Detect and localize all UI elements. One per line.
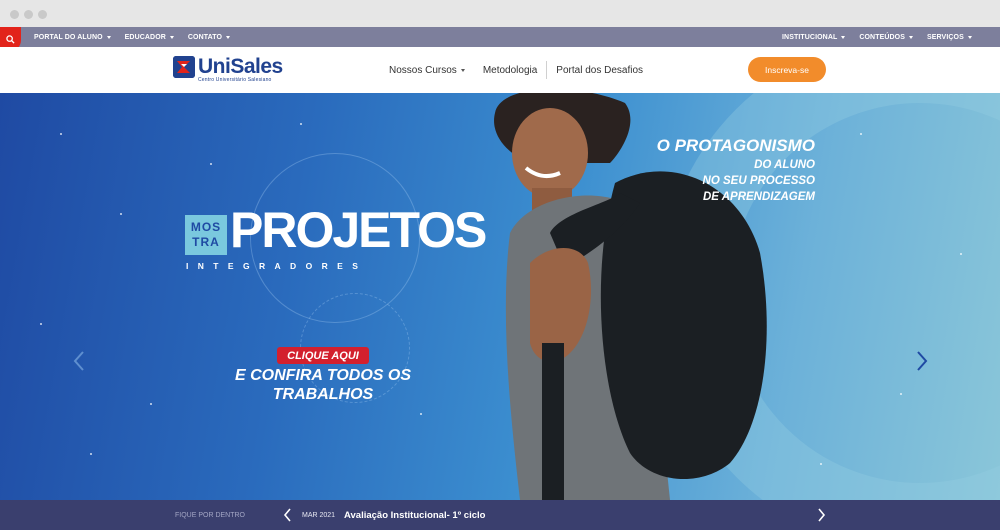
logo-subtitle: Centro Universitário Salesiano — [198, 77, 272, 83]
star-dot — [900, 393, 902, 395]
portal-do-aluno-link[interactable]: PORTAL DO ALUNO — [34, 34, 111, 41]
news-date: MAR 2021 — [302, 511, 336, 519]
chevron-down-icon — [169, 35, 174, 39]
star-dot — [60, 133, 62, 135]
nav-metodologia[interactable]: Metodologia — [474, 65, 546, 76]
star-dot — [210, 163, 212, 165]
hero-banner[interactable] — [0, 93, 1000, 500]
fique-por-dentro-label: FIQUE POR DENTRO — [175, 511, 246, 519]
slider-prev-arrow[interactable] — [73, 351, 85, 371]
institucional-link[interactable]: INSTITUCIONAL — [782, 34, 846, 41]
protagonismo-title: O PROTAGONISMO — [656, 136, 815, 155]
star-dot — [300, 123, 302, 125]
star-dot — [820, 463, 822, 465]
window-dot-close[interactable] — [10, 10, 19, 19]
chevron-down-icon — [967, 35, 972, 39]
contato-link[interactable]: CONTATO — [188, 34, 231, 41]
news-prev-arrow[interactable] — [283, 508, 292, 522]
projetos-heading: PROJETOS — [230, 202, 487, 258]
chevron-down-icon — [460, 68, 465, 72]
window-dot-maximize[interactable] — [38, 10, 47, 19]
news-next-arrow[interactable] — [817, 508, 826, 522]
conteudos-link[interactable]: CONTEÚDOS — [859, 34, 913, 41]
star-dot — [40, 323, 42, 325]
site-logo[interactable]: UniSales Centro Universitário Salesiano — [173, 56, 283, 83]
chevron-down-icon — [908, 35, 913, 39]
chevron-down-icon — [106, 35, 111, 39]
star-dot — [150, 403, 152, 405]
news-ticker-bar — [0, 500, 1000, 530]
servicos-link[interactable]: SERVIÇOS — [927, 34, 972, 41]
utility-nav-left: PORTAL DO ALUNO EDUCADOR CONTATO — [34, 27, 231, 47]
window-dot-minimize[interactable] — [24, 10, 33, 19]
unisales-logo-icon — [173, 56, 195, 78]
logo-name: UniSales — [198, 55, 283, 78]
star-dot — [120, 213, 122, 215]
protagonismo-subtitle: DO ALUNO NO SEU PROCESSO DE APRENDIZAGEM — [702, 159, 815, 203]
browser-chrome — [0, 0, 1000, 27]
star-dot — [420, 413, 422, 415]
integradores-subheading: INTEGRADORES — [186, 261, 368, 271]
mostra-badge: MOS TRA — [185, 215, 227, 255]
educador-link[interactable]: EDUCADOR — [125, 34, 174, 41]
chevron-down-icon — [226, 35, 231, 39]
inscreva-se-button[interactable]: Inscreva-se — [748, 57, 826, 82]
slider-next-arrow[interactable] — [916, 351, 928, 371]
chevron-down-icon — [841, 35, 846, 39]
main-nav: Nossos Cursos Metodologia Portal dos Des… — [380, 47, 652, 93]
utility-nav-right: INSTITUCIONAL CONTEÚDOS SERVIÇOS — [782, 27, 972, 47]
confira-trabalhos-text[interactable]: E CONFIRA TODOS OS TRABALHOS — [230, 366, 416, 404]
star-dot — [960, 253, 962, 255]
nav-portal-dos-desafios[interactable]: Portal dos Desafios — [547, 65, 652, 76]
news-title-link[interactable]: Avaliação Institucional- 1º ciclo — [344, 500, 485, 530]
search-icon — [6, 35, 15, 44]
clique-aqui-button[interactable]: CLIQUE AQUI — [277, 347, 369, 364]
star-dot — [860, 133, 862, 135]
nav-nossos-cursos[interactable]: Nossos Cursos — [380, 65, 474, 76]
star-dot — [90, 453, 92, 455]
